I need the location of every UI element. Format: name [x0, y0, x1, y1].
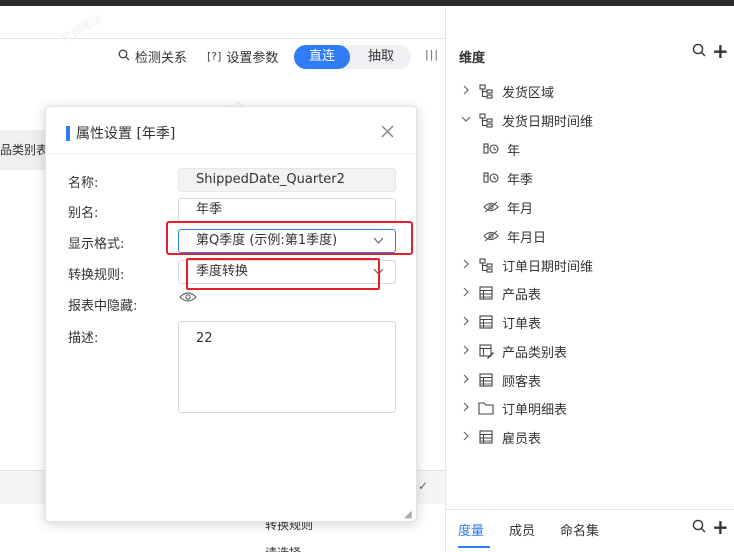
close-icon[interactable]: [381, 123, 394, 142]
tree-item[interactable]: 发货日期时间维: [460, 108, 593, 132]
eye-icon[interactable]: [179, 291, 197, 303]
chevron-right-icon[interactable]: [460, 374, 472, 387]
hierarchy-icon: [478, 112, 494, 128]
set-params-label: 设置参数: [226, 51, 279, 66]
chevron-right-icon[interactable]: [460, 287, 472, 300]
table-icon: [478, 372, 494, 388]
bottom-tabs: 度量 成员 命名集 +: [446, 509, 734, 552]
tree-item-label: 年月日: [507, 230, 547, 246]
hierarchy-icon: [478, 257, 494, 273]
dimension-panel-title: 维度: [459, 51, 486, 66]
folder-icon: [478, 400, 494, 416]
dialog-title-text: 属性设置 [年季]: [76, 126, 176, 142]
chevron-right-icon[interactable]: [460, 402, 472, 415]
table-icon: [478, 429, 494, 445]
tree-item[interactable]: 订单表: [460, 310, 541, 334]
tree-item[interactable]: 发货区域: [460, 79, 554, 103]
extract-mode-option[interactable]: 抽取: [352, 45, 410, 69]
display-format-label: 显示格式:: [68, 237, 125, 252]
active-tab-underline: [458, 546, 490, 548]
table-icon: [478, 314, 494, 330]
chevron-right-icon[interactable]: [460, 316, 472, 329]
search-icon[interactable]: [692, 519, 706, 537]
hide-in-report-label: 报表中隐藏:: [68, 299, 138, 314]
name-field[interactable]: ShippedDate_Quarter2: [178, 168, 396, 192]
tree-item-label: 年月: [507, 201, 534, 217]
dialog-title: 属性设置 [年季]: [66, 123, 175, 143]
search-icon[interactable]: [692, 43, 706, 61]
tree-item[interactable]: 订单明细表: [460, 396, 567, 420]
hierarchy-icon: [478, 83, 494, 99]
date-level-icon: [483, 170, 499, 186]
tree-item-label: 订单表: [502, 316, 542, 332]
highlight-box: [166, 221, 413, 255]
tree-item-label: 顾客表: [502, 374, 542, 390]
background-row-text: 请选择: [265, 544, 301, 552]
dimension-panel: 维度 + 发货区域发货日期时间维年年季年月年月日订单日期时间维 产品表订单表产品类…: [445, 6, 734, 552]
tree-leaf-item[interactable]: 年季: [483, 166, 533, 190]
chevron-right-icon[interactable]: [460, 259, 472, 272]
highlight-box: [186, 258, 380, 290]
resize-handle-icon[interactable]: ◢: [404, 509, 412, 520]
more-columns-icon[interactable]: |||: [425, 48, 439, 61]
title-accent-bar: [66, 125, 70, 141]
tree-item[interactable]: 订单日期时间维: [460, 253, 593, 277]
check-relations-button[interactable]: 检测关系: [118, 47, 187, 66]
tree-item-label: 订单日期时间维: [502, 259, 594, 275]
date-level-icon: [483, 141, 499, 157]
hidden-eye-icon: [483, 199, 499, 215]
chevron-right-icon[interactable]: [460, 345, 472, 358]
description-textarea[interactable]: 22: [178, 321, 396, 413]
search-icon: [118, 49, 130, 65]
add-icon[interactable]: +: [712, 39, 729, 63]
conversion-rule-label: 转换规则:: [68, 268, 125, 283]
tree-leaf-item[interactable]: 年月: [483, 195, 533, 219]
add-icon[interactable]: +: [712, 515, 729, 539]
description-label: 描述:: [68, 331, 99, 346]
property-settings-dialog: 属性设置 [年季] 名称: ShippedDate_Quarter2 别名: 年…: [45, 106, 417, 522]
table-edit-icon: [478, 343, 494, 359]
tree-leaf-item[interactable]: 年月日: [483, 224, 546, 248]
tree-item-label: 发货日期时间维: [502, 114, 594, 130]
tree-item-label: 发货区域: [502, 85, 555, 101]
name-label: 名称:: [68, 176, 99, 191]
bracket-param-icon: [?]: [207, 50, 222, 63]
tree-item[interactable]: 顾客表: [460, 368, 541, 392]
direct-mode-option[interactable]: 直连: [294, 45, 350, 69]
tree-item[interactable]: 产品表: [460, 281, 541, 305]
alias-input[interactable]: 年季: [178, 198, 396, 222]
tab-members[interactable]: 成员: [509, 520, 535, 539]
tree-item-label: 年: [507, 143, 521, 159]
hidden-eye-icon: [483, 228, 499, 244]
tab-measures[interactable]: 度量: [458, 520, 484, 539]
checkmark-icon: ✓: [418, 479, 429, 493]
alias-label: 别名:: [68, 206, 99, 221]
background-table-cell: 品类别表: [0, 130, 46, 170]
chevron-right-icon[interactable]: [460, 431, 472, 444]
tree-item-label: 产品表: [502, 287, 542, 303]
tree-item-label: 雇员表: [502, 431, 542, 447]
dialog-divider: [46, 153, 416, 154]
connection-mode-toggle[interactable]: 直连 抽取: [294, 45, 411, 69]
tree-item[interactable]: 产品类别表: [460, 339, 567, 363]
tab-named-sets[interactable]: 命名集: [560, 520, 599, 539]
tree-leaf-item[interactable]: 年: [483, 137, 520, 161]
chevron-right-icon[interactable]: [460, 85, 472, 98]
tree-item-label: 年季: [507, 172, 534, 188]
tree-item-label: 产品类别表: [502, 345, 568, 361]
check-relations-label: 检测关系: [135, 51, 188, 66]
set-params-button[interactable]: [?] 设置参数: [207, 47, 278, 66]
chevron-down-icon[interactable]: [460, 114, 472, 127]
tree-item-label: 订单明细表: [502, 402, 568, 418]
tree-item[interactable]: 雇员表: [460, 425, 541, 449]
table-icon: [478, 285, 494, 301]
